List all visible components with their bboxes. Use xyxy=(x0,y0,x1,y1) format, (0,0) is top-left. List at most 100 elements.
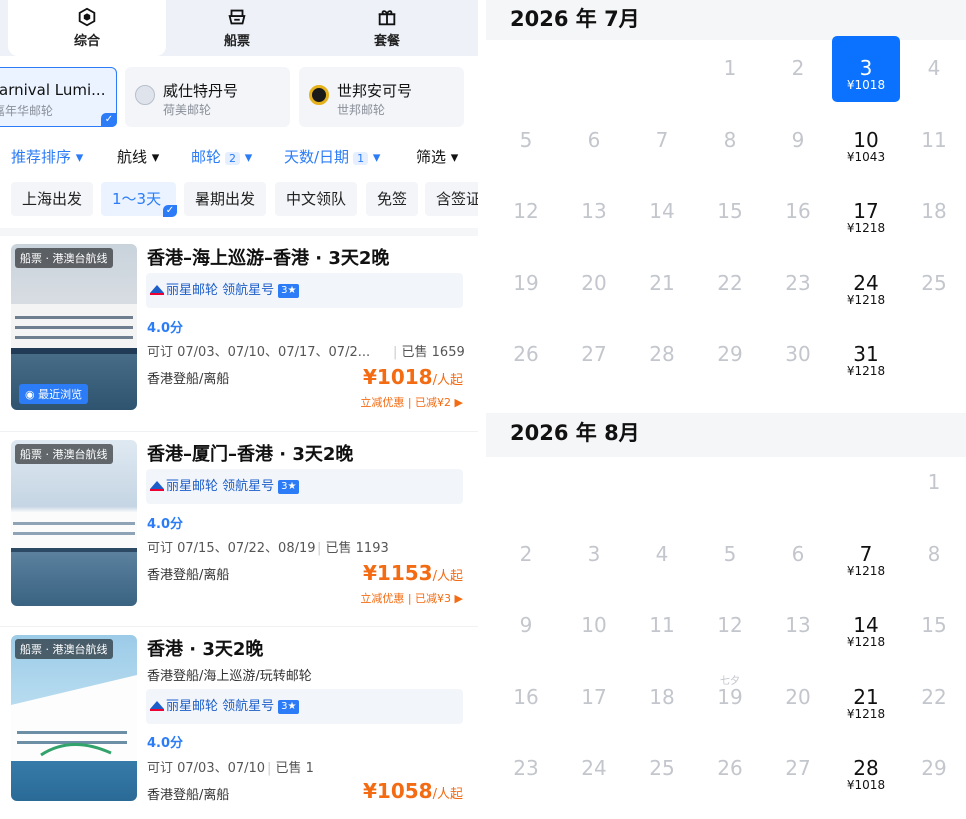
tab-tickets[interactable]: 船票 xyxy=(158,0,316,56)
calendar-day-august-22: 22 xyxy=(900,685,966,709)
day-number: 3 xyxy=(859,56,873,80)
ship-chip-westerdam[interactable]: 威仕特丹号 荷美邮轮 xyxy=(125,67,290,127)
promo-label[interactable]: 立减优惠 | 已减¥3 ▶ xyxy=(360,590,463,606)
calendar-day-august-7[interactable]: 7 ¥1218 xyxy=(832,542,900,578)
calendar-day-august-10: 10 xyxy=(560,613,628,637)
date-calendar-panel: 2026 年 7月 1 2 3 ¥1018 4 5 6 7 8 9 10 ¥1043 11 12 13 14 1… xyxy=(486,0,966,819)
day-number: 4 xyxy=(655,541,669,566)
check-icon: ✓ xyxy=(101,113,117,127)
calendar-day-august-11: 11 xyxy=(628,613,696,637)
calendar-day-july-1: 1 xyxy=(696,56,764,80)
sold-count: | 已售 1659 xyxy=(393,345,465,360)
product-list-panel: 综合 船票 套餐 arnival Lumi... 嘉年华邮轮 ✓ 威仕特丹号 荷… xyxy=(0,0,478,819)
day-number: 12 xyxy=(513,199,539,223)
eye-icon: ◉ xyxy=(25,388,39,401)
day-number: 4 xyxy=(927,56,941,80)
calendar-day-august-20: 20 xyxy=(764,685,832,709)
rating-score: 4.0分 xyxy=(147,517,184,532)
rating-score: 4.0分 xyxy=(147,321,184,336)
day-number: 1 xyxy=(927,470,941,494)
tag-summer[interactable]: 暑期出发 xyxy=(184,182,267,216)
brand-bar: 丽星邮轮 领航星号 3★ xyxy=(146,689,463,724)
day-price: ¥1218 xyxy=(846,563,886,578)
calendar-day-august-13: 13 xyxy=(764,613,832,637)
calendar-day-july-10[interactable]: 10 ¥1043 xyxy=(832,128,900,164)
calendar-day-august-8: 8 xyxy=(900,542,966,566)
day-number: 31 xyxy=(853,342,879,366)
calendar-day-july-24[interactable]: 24 ¥1218 xyxy=(832,271,900,307)
cruise-line-logo-icon xyxy=(150,701,164,711)
cruise-card-2[interactable]: 船票 · 港澳台航线 香港–厦门–香港 · 3天2晚 丽星邮轮 领航星号 3★ 4… xyxy=(0,431,478,621)
price: ¥1058/人起 xyxy=(363,779,463,803)
seabourn-logo-icon xyxy=(309,85,329,105)
quick-tags: 上海出发 1～3天 ✓ 暑期出发 中文领队 免签 含签证 xyxy=(0,182,478,217)
calendar-day-july-31[interactable]: 31 ¥1218 xyxy=(832,342,900,378)
day-number: 23 xyxy=(785,270,811,295)
calendar-day-july-26: 26 xyxy=(492,342,560,366)
available-dates: 可订 07/15、07/22、08/19 xyxy=(147,541,316,556)
check-icon: ✓ xyxy=(163,205,177,217)
day-price: ¥1018 xyxy=(846,778,886,792)
days-filter-label: 天数/日期 xyxy=(284,148,350,166)
panel-gap xyxy=(478,0,486,819)
tab-packages[interactable]: 套餐 xyxy=(308,0,466,56)
day-number: 8 xyxy=(723,127,737,152)
day-number: 24 xyxy=(853,270,879,295)
day-number: 15 xyxy=(921,613,947,637)
day-number: 24 xyxy=(581,756,607,780)
day-price: ¥1218 xyxy=(846,292,886,307)
calendar-day-july-3[interactable]: 3 ¥1018 xyxy=(832,36,900,102)
ship-chip-carnival[interactable]: arnival Lumi... 嘉年华邮轮 ✓ xyxy=(0,67,117,127)
tab-label: 综合 xyxy=(73,34,100,49)
calendar-day-july-13: 13 xyxy=(560,199,628,223)
calendar-day-august-14[interactable]: 14 ¥1218 xyxy=(832,613,900,649)
calendar-day-july-19: 19 xyxy=(492,271,560,295)
day-price: ¥1218 xyxy=(846,635,886,649)
price-value: ¥1153 xyxy=(363,561,433,585)
filter-bar: 推荐排序 ▾ 航线 ▾ 邮轮 2 ▾ 天数/日期 1 ▾ 筛选 ▾ xyxy=(0,146,478,172)
day-number: 29 xyxy=(921,756,947,780)
ship-dropdown[interactable]: 邮轮 2 ▾ xyxy=(191,146,252,167)
tag-visa-included[interactable]: 含签证 xyxy=(425,182,478,216)
category-tabbar: 综合 船票 套餐 xyxy=(0,0,478,56)
cruise-card-1[interactable]: 船票 · 港澳台航线 ◉ 最近浏览 香港–海上巡游–香港 · 3天2晚 丽星邮轮… xyxy=(0,236,478,426)
chevron-down-icon: ▾ xyxy=(244,148,253,166)
screen-dropdown[interactable]: 筛选 ▾ xyxy=(416,146,458,167)
tab-overview[interactable]: 综合 xyxy=(8,0,166,56)
sort-dropdown[interactable]: 推荐排序 ▾ xyxy=(11,146,83,167)
day-price: ¥1043 xyxy=(846,149,886,164)
tag-1-3-days[interactable]: 1～3天 ✓ xyxy=(101,182,177,217)
calendar-day-august-6: 6 xyxy=(764,542,832,566)
day-number: 2 xyxy=(519,541,533,566)
day-number: 9 xyxy=(519,613,533,637)
day-number: 13 xyxy=(785,613,811,637)
price: ¥1153/人起 xyxy=(363,561,463,585)
ship-chip-seabourn[interactable]: 世邦安可号 世邦邮轮 xyxy=(299,67,464,127)
route-dropdown[interactable]: 航线 ▾ xyxy=(117,146,159,167)
tag-visa-free[interactable]: 免签 xyxy=(366,182,419,216)
calendar-day-july-11: 11 xyxy=(900,128,966,152)
calendar-day-august-21[interactable]: 21 ¥1218 xyxy=(832,685,900,721)
days-dropdown[interactable]: 天数/日期 1 ▾ xyxy=(284,146,380,167)
gift-icon xyxy=(378,10,396,26)
day-number: 22 xyxy=(921,684,947,709)
day-number: 18 xyxy=(921,199,947,223)
star-rating-badge: 3★ xyxy=(278,700,300,714)
cruise-card-3[interactable]: 船票 · 港澳台航线 香港 · 3天2晚 香港登船/海上巡游/玩转邮轮 丽星邮轮… xyxy=(0,626,478,816)
calendar-day-august-16: 16 xyxy=(492,685,560,709)
calendar-day-august-28[interactable]: 28 ¥1018 xyxy=(832,756,900,792)
calendar-day-july-12: 12 xyxy=(492,199,560,223)
calendar-day-august-19: 19 七夕 xyxy=(696,676,764,709)
tag-chinese-guide[interactable]: 中文领队 xyxy=(275,182,358,216)
available-dates: 可订 07/03、07/10、07/17、07/2... xyxy=(147,345,371,360)
day-number: 26 xyxy=(717,756,743,780)
cruise-title: 香港 · 3天2晚 xyxy=(147,639,264,660)
calendar-day-july-17[interactable]: 17 ¥1218 xyxy=(832,199,900,235)
tag-shanghai[interactable]: 上海出发 xyxy=(11,182,94,216)
calendar-day-july-29: 29 xyxy=(696,342,764,366)
brand-name: 丽星邮轮 领航星号 xyxy=(166,479,275,494)
day-price: ¥1018 xyxy=(846,78,886,92)
day-number: 29 xyxy=(717,342,743,366)
promo-label[interactable]: 立减优惠 | 已减¥2 ▶ xyxy=(360,394,463,410)
ship-illustration xyxy=(11,675,137,761)
